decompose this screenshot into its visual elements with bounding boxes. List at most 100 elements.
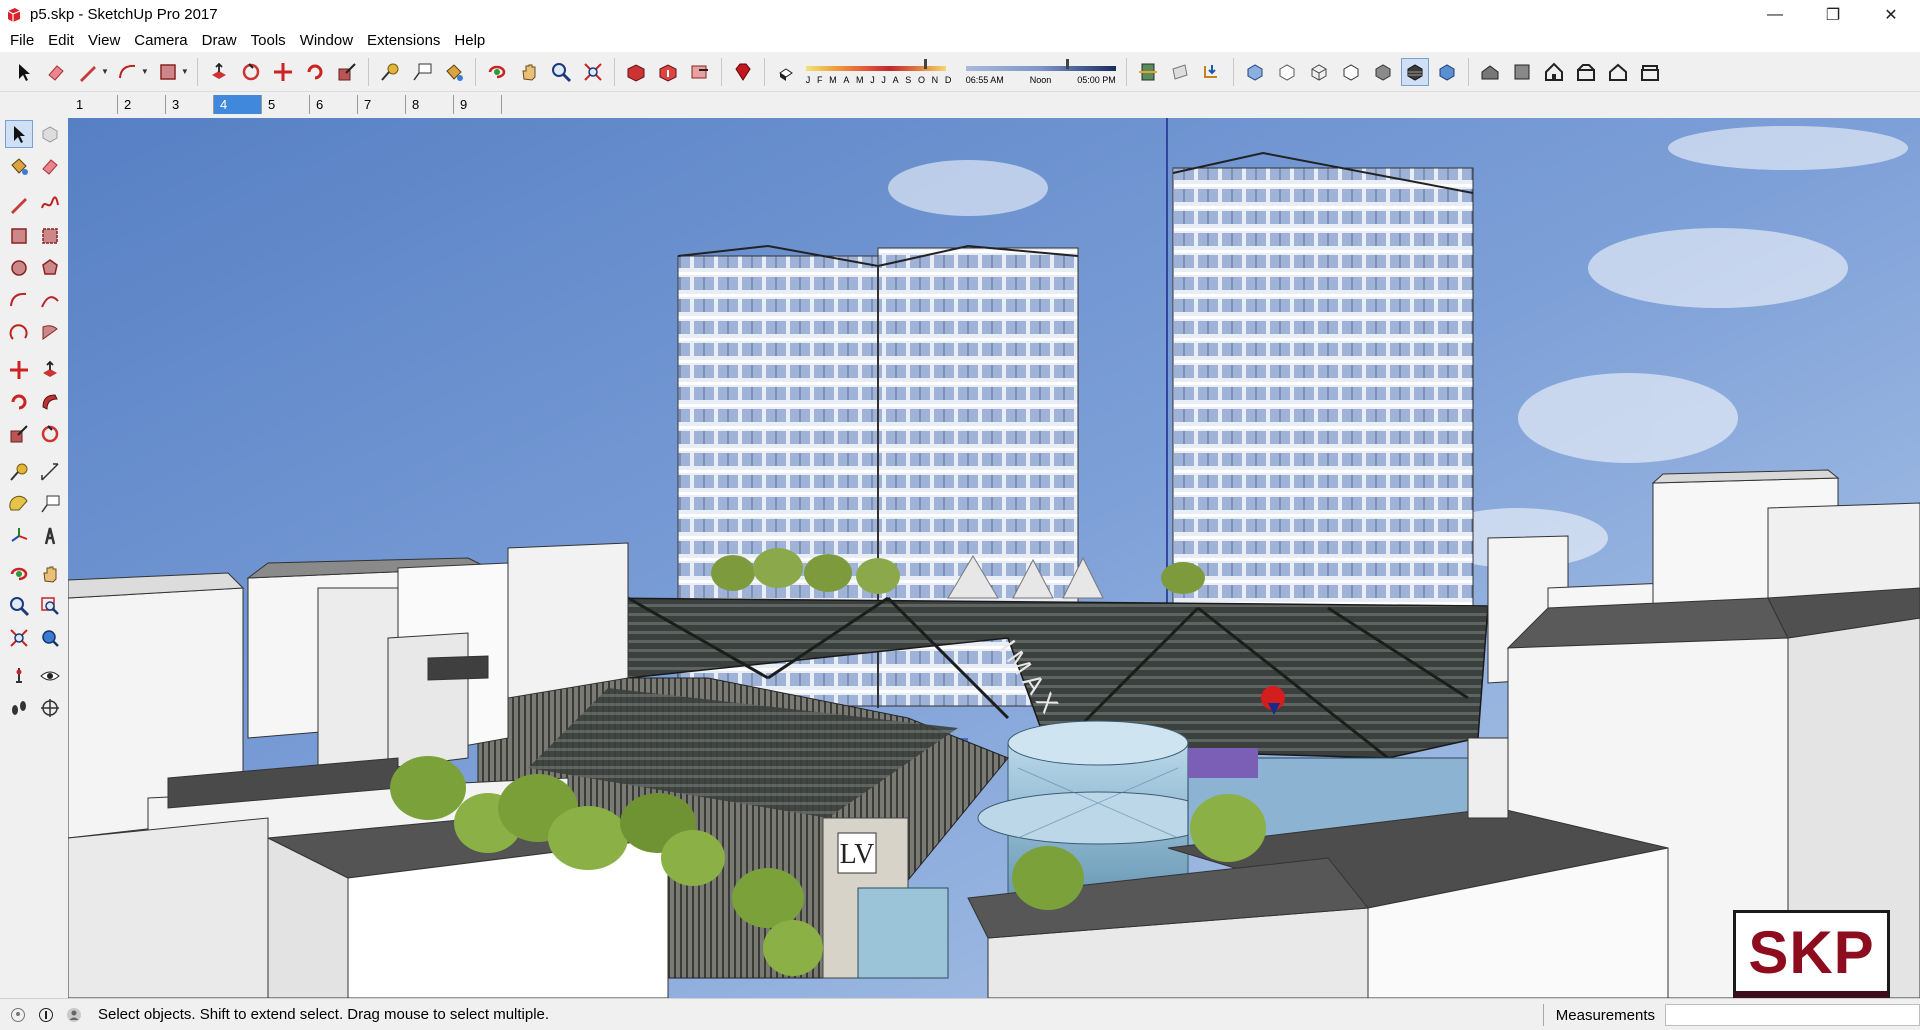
share-component-button[interactable] xyxy=(686,58,714,86)
tape-measure-button[interactable] xyxy=(5,458,33,486)
menu-help[interactable]: Help xyxy=(447,29,492,52)
make-component-button[interactable] xyxy=(36,120,64,148)
shaded-button[interactable] xyxy=(1369,58,1397,86)
zoom-window-button[interactable] xyxy=(36,592,64,620)
circle-tool-button[interactable] xyxy=(5,254,33,282)
monochrome-button[interactable] xyxy=(1433,58,1461,86)
menu-file[interactable]: File xyxy=(3,29,41,52)
scene-tab-8[interactable]: 8 xyxy=(406,94,454,114)
scene-tab-2[interactable]: 2 xyxy=(118,94,166,114)
axes-tool-button[interactable] xyxy=(5,522,33,550)
orbit-tool-button[interactable] xyxy=(5,560,33,588)
shadow-settings-button[interactable] xyxy=(772,58,800,86)
date-slider-thumb[interactable] xyxy=(923,58,927,69)
section-plane-button[interactable] xyxy=(1134,58,1162,86)
right-view-button[interactable] xyxy=(1572,58,1600,86)
scene-tab-6[interactable]: 6 xyxy=(310,94,358,114)
shape-tool-button[interactable] xyxy=(154,58,182,86)
iso-view-button[interactable] xyxy=(1476,58,1504,86)
position-camera-button[interactable] xyxy=(5,662,33,690)
select-tool-button[interactable] xyxy=(5,120,33,148)
model-viewport[interactable]: IMAX LV SKP xyxy=(68,118,1920,998)
tape-measure-button[interactable] xyxy=(376,58,404,86)
offset-tool-button[interactable] xyxy=(237,58,265,86)
move-tool-button[interactable] xyxy=(5,356,33,384)
eraser-tool-button[interactable] xyxy=(42,58,70,86)
three-point-arc-button[interactable] xyxy=(5,318,33,346)
paint-bucket-button[interactable] xyxy=(440,58,468,86)
xray-style-button[interactable] xyxy=(1241,58,1269,86)
user-account-icon[interactable] xyxy=(64,1005,84,1025)
push-pull-tool-button[interactable] xyxy=(205,58,233,86)
pie-tool-button[interactable] xyxy=(36,318,64,346)
look-around-button[interactable] xyxy=(36,662,64,690)
menu-edit[interactable]: Edit xyxy=(41,29,81,52)
line-tool-button[interactable] xyxy=(5,190,33,218)
menu-camera[interactable]: Camera xyxy=(127,29,194,52)
move-tool-button[interactable] xyxy=(269,58,297,86)
select-tool-button[interactable] xyxy=(10,58,38,86)
scale-tool-button[interactable] xyxy=(5,420,33,448)
share-model-button[interactable] xyxy=(654,58,682,86)
protractor-tool-button[interactable] xyxy=(5,490,33,518)
city-model-render[interactable]: IMAX LV xyxy=(68,118,1920,998)
rotated-rectangle-button[interactable] xyxy=(36,222,64,250)
menu-window[interactable]: Window xyxy=(293,29,360,52)
time-slider[interactable]: 06:55 AM Noon 05:00 PM xyxy=(965,55,1116,89)
scene-tab-3[interactable]: 3 xyxy=(166,94,214,114)
line-tool-button[interactable] xyxy=(74,58,102,86)
shape-dropdown-icon[interactable]: ▼ xyxy=(181,67,189,76)
wireframe-button[interactable] xyxy=(1305,58,1333,86)
scale-tool-button[interactable] xyxy=(333,58,361,86)
measurements-input[interactable] xyxy=(1665,1004,1920,1026)
zoom-tool-button[interactable] xyxy=(5,592,33,620)
display-section-planes-button[interactable] xyxy=(1166,58,1194,86)
3d-text-button[interactable] xyxy=(36,522,64,550)
top-view-button[interactable] xyxy=(1508,58,1536,86)
maximize-button[interactable]: ❐ xyxy=(1804,0,1862,29)
menu-draw[interactable]: Draw xyxy=(195,29,244,52)
back-view-button[interactable] xyxy=(1604,58,1632,86)
scene-tab-7[interactable]: 7 xyxy=(358,94,406,114)
line-dropdown-icon[interactable]: ▼ xyxy=(101,67,109,76)
close-button[interactable]: ✕ xyxy=(1862,0,1920,29)
paint-bucket-button[interactable] xyxy=(5,152,33,180)
freehand-tool-button[interactable] xyxy=(36,190,64,218)
follow-me-button[interactable] xyxy=(36,388,64,416)
eraser-tool-button[interactable] xyxy=(36,152,64,180)
scene-tab-1[interactable]: 1 xyxy=(70,94,118,114)
geolocation-icon[interactable] xyxy=(8,1005,28,1025)
dimension-tool-button[interactable] xyxy=(36,458,64,486)
section-plane-button[interactable] xyxy=(36,694,64,722)
extension-warehouse-button[interactable] xyxy=(729,58,757,86)
arc-tool-button[interactable] xyxy=(5,286,33,314)
shaded-with-textures-button[interactable] xyxy=(1400,57,1429,86)
left-view-button[interactable] xyxy=(1636,58,1664,86)
rotate-tool-button[interactable] xyxy=(301,58,329,86)
date-slider[interactable]: J F M A M J J A S O N D xyxy=(805,55,952,89)
scene-tab-5[interactable]: 5 xyxy=(262,94,310,114)
walk-tool-button[interactable] xyxy=(5,694,33,722)
minimize-button[interactable]: — xyxy=(1746,0,1804,29)
front-view-button[interactable] xyxy=(1540,58,1568,86)
scene-tab-4[interactable]: 4 xyxy=(214,94,262,114)
rotate-tool-button[interactable] xyxy=(5,388,33,416)
pan-tool-button[interactable] xyxy=(515,58,543,86)
orbit-tool-button[interactable] xyxy=(483,58,511,86)
credits-icon[interactable] xyxy=(36,1005,56,1025)
time-slider-thumb[interactable] xyxy=(1065,58,1069,69)
two-point-arc-button[interactable] xyxy=(36,286,64,314)
warehouse-button[interactable] xyxy=(622,58,650,86)
back-edges-button[interactable] xyxy=(1273,58,1301,86)
zoom-extents-button[interactable] xyxy=(5,624,33,652)
zoom-extents-button[interactable] xyxy=(579,58,607,86)
zoom-tool-button[interactable] xyxy=(547,58,575,86)
text-tool-button[interactable] xyxy=(408,58,436,86)
display-section-cuts-button[interactable] xyxy=(1198,58,1226,86)
push-pull-tool-button[interactable] xyxy=(36,356,64,384)
scene-tab-9[interactable]: 9 xyxy=(454,94,502,114)
offset-tool-button[interactable] xyxy=(36,420,64,448)
text-tool-button[interactable] xyxy=(36,490,64,518)
menu-extensions[interactable]: Extensions xyxy=(360,29,447,52)
polygon-tool-button[interactable] xyxy=(36,254,64,282)
